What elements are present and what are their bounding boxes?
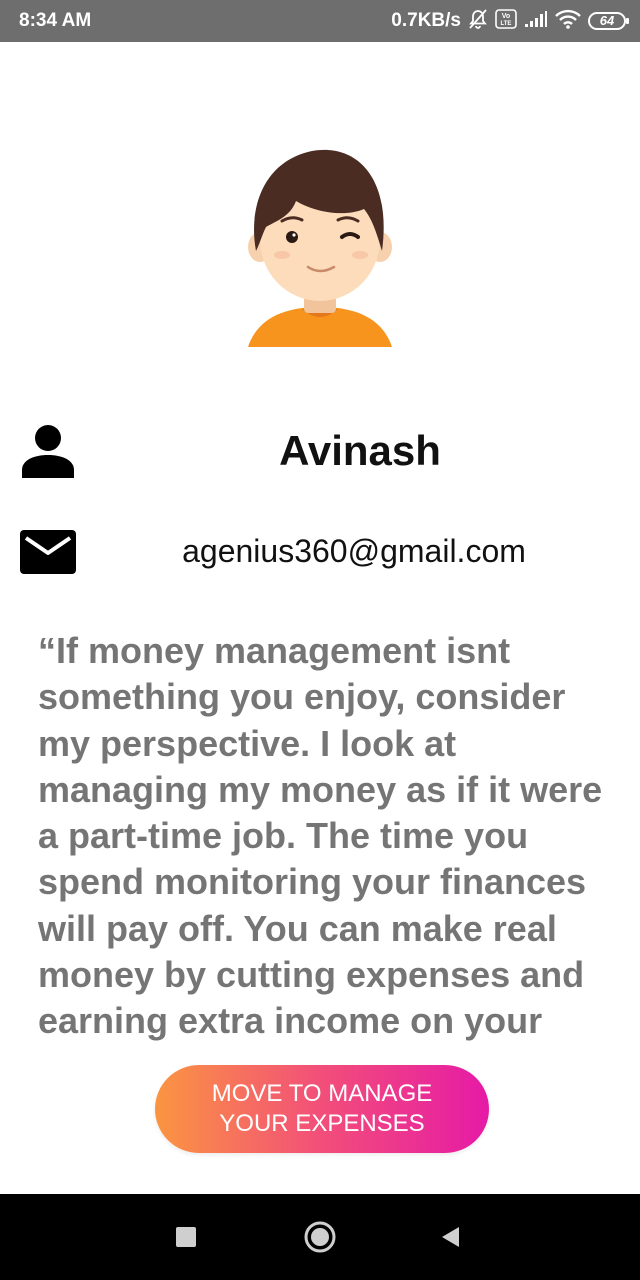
mail-icon [20, 530, 76, 574]
user-name: Avinash [279, 427, 441, 474]
mute-notification-icon [468, 8, 488, 35]
user-email: agenius360@gmail.com [182, 533, 526, 569]
back-icon [442, 1227, 459, 1247]
wifi-icon [555, 9, 581, 34]
recents-icon [176, 1227, 196, 1247]
volte-icon: Vo LTE [495, 8, 517, 34]
status-time: 8:34 AM [19, 10, 92, 31]
back-button[interactable] [424, 1194, 476, 1280]
manage-expenses-button[interactable]: MOVE TO MANAGE YOUR EXPENSES [155, 1065, 489, 1153]
status-icons: 0.7KB/s Vo LTE 64 [391, 8, 629, 35]
quote-scroll-area[interactable]: “If money management isnt something you … [38, 628, 608, 1050]
home-button[interactable] [292, 1194, 348, 1280]
person-icon [22, 425, 74, 478]
home-icon [304, 1221, 336, 1253]
nav-bar [0, 1194, 640, 1280]
svg-text:Vo: Vo [502, 13, 510, 20]
quote-text: “If money management isnt something you … [38, 630, 603, 1050]
battery-icon: 64 [588, 12, 629, 30]
signal-icon [524, 10, 548, 33]
recents-button[interactable] [160, 1194, 212, 1280]
svg-text:LTE: LTE [501, 21, 512, 27]
network-speed: 0.7KB/s [391, 10, 461, 31]
avatar [248, 149, 392, 347]
status-bar: 8:34 AM 0.7KB/s Vo LTE 64 [0, 0, 640, 42]
